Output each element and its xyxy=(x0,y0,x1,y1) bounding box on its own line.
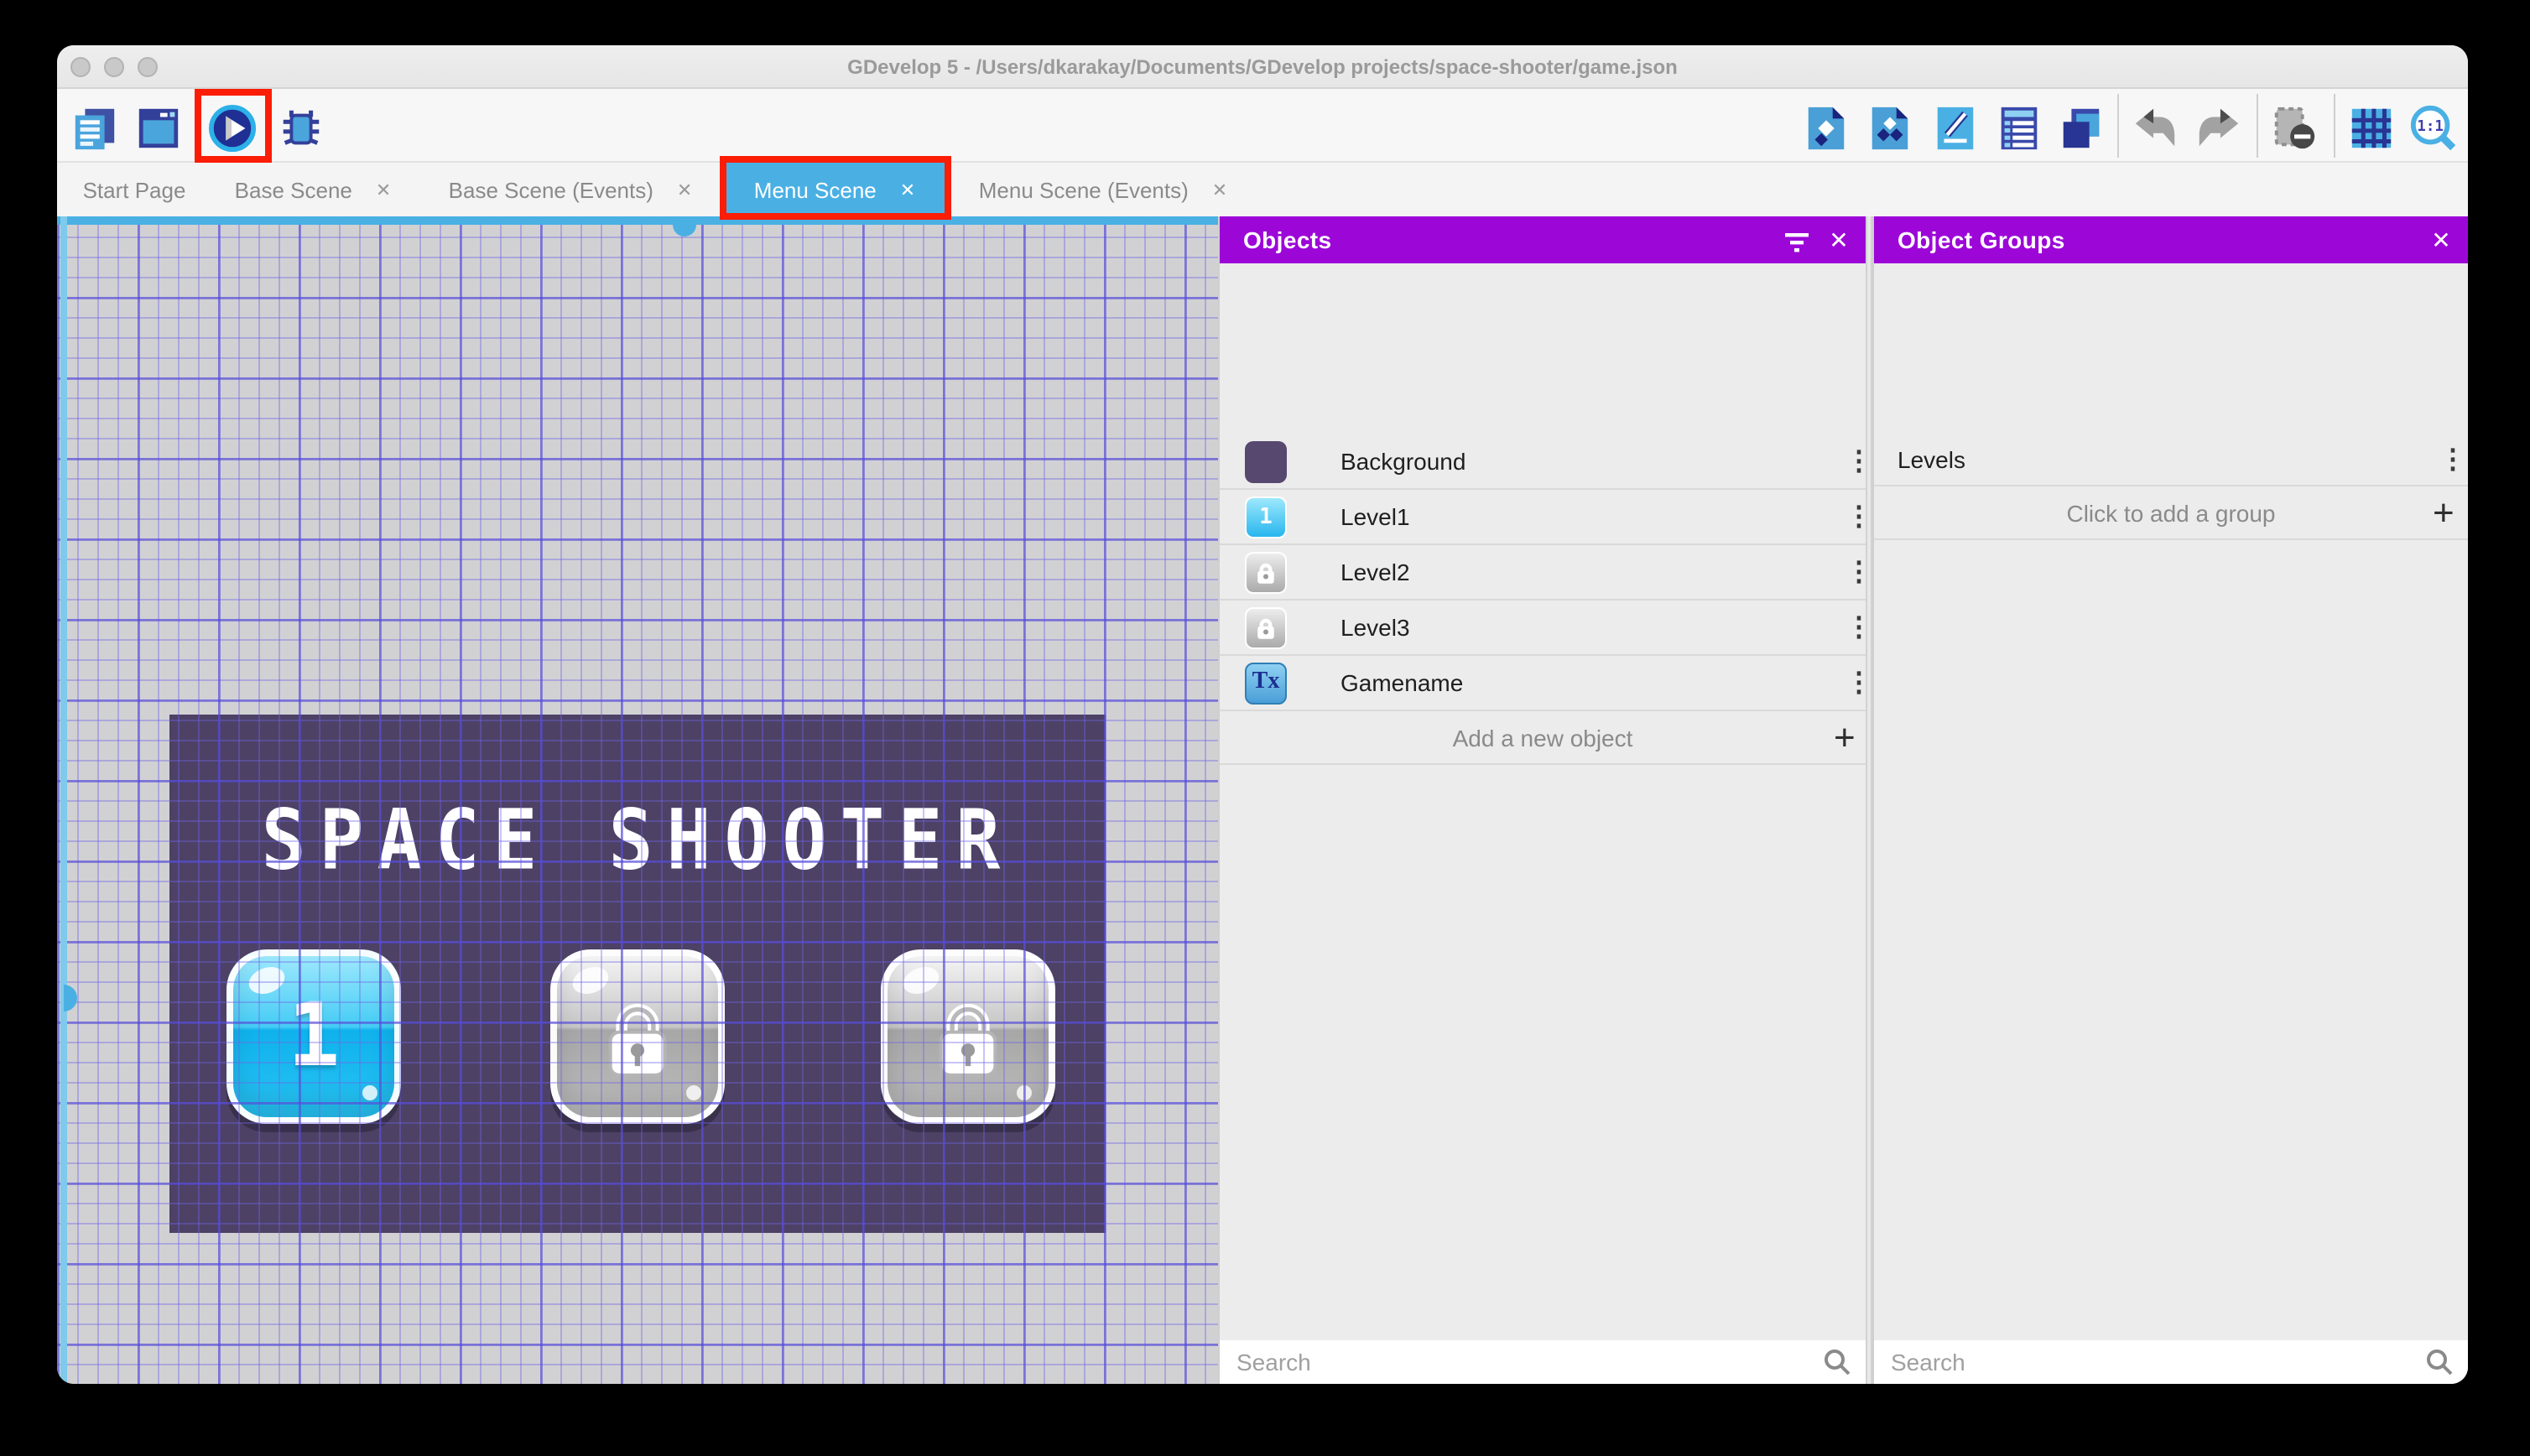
zoom-ratio-label: 1:1 xyxy=(2417,118,2443,135)
object-row-level3[interactable]: Level3 ⋮ xyxy=(1220,601,1872,656)
object-name: Level3 xyxy=(1340,614,1410,641)
layers-panel-icon[interactable] xyxy=(2057,104,2106,153)
search-icon xyxy=(1825,1349,1851,1375)
object-row-gamename[interactable]: Tx Gamename ⋮ xyxy=(1220,656,1872,711)
add-object-label: Add a new object xyxy=(1452,724,1633,751)
toolbar-separator xyxy=(2334,94,2335,158)
tab-bar: Start Page Base Scene ✕ Base Scene (Even… xyxy=(57,163,2468,216)
tab-close-icon[interactable]: ✕ xyxy=(1212,179,1227,200)
main-area: SPACE SHOOTER 1 xyxy=(57,216,2468,1384)
titlebar: GDevelop 5 - /Users/dkarakay/Documents/G… xyxy=(57,45,2468,89)
text-object-thumbnail: Tx xyxy=(1245,662,1287,704)
toolbar-separator xyxy=(2257,94,2258,158)
groups-search-input[interactable] xyxy=(1874,1349,2424,1375)
object-name: Level2 xyxy=(1340,559,1410,585)
scene-editor-icon[interactable] xyxy=(134,104,183,153)
zoom-1-1-icon[interactable]: 1:1 xyxy=(2409,104,2458,153)
object-groups-panel-header: Object Groups ✕ xyxy=(1874,216,2468,263)
gdevelop-window: GDevelop 5 - /Users/dkarakay/Documents/G… xyxy=(57,45,2468,1384)
text-object-glyph: Tx xyxy=(1252,669,1280,694)
add-object-row[interactable]: Add a new object + xyxy=(1220,711,1866,765)
project-manager-icon[interactable] xyxy=(70,104,119,153)
tab-label: Base Scene xyxy=(234,177,352,202)
groups-search-bar xyxy=(1874,1340,2468,1384)
kebab-menu-icon[interactable]: ⋮ xyxy=(2439,443,2466,476)
tab-start-page[interactable]: Start Page xyxy=(64,163,205,216)
vertical-scrollbar[interactable] xyxy=(60,216,67,1384)
add-group-row[interactable]: Click to add a group + xyxy=(1874,486,2468,540)
object-thumbnail: 1 xyxy=(1245,496,1287,538)
tab-close-icon[interactable]: ✕ xyxy=(376,179,391,200)
add-icon[interactable]: + xyxy=(1834,718,1856,756)
tab-label: Start Page xyxy=(82,177,186,202)
toolbar: 1:1 xyxy=(57,89,2468,163)
minimize-window-button[interactable] xyxy=(104,57,124,77)
toolbar-separator xyxy=(2117,94,2119,158)
object-row-background[interactable]: Background ⋮ xyxy=(1220,434,1872,490)
objects-panel-title: Objects xyxy=(1243,226,1332,253)
objects-search-bar xyxy=(1220,1340,1867,1384)
object-groups-panel: Object Groups ✕ Levels ⋮ Click to add a … xyxy=(1872,216,2468,1384)
tab-base-scene-events[interactable]: Base Scene (Events) ✕ xyxy=(428,163,713,216)
close-panel-icon[interactable]: ✕ xyxy=(2428,226,2455,253)
redo-icon[interactable] xyxy=(2194,104,2243,153)
tab-label: Menu Scene (Events) xyxy=(978,177,1189,202)
object-groups-panel-icon[interactable] xyxy=(1866,104,1914,153)
tab-base-scene[interactable]: Base Scene ✕ xyxy=(215,163,411,216)
object-thumbnail xyxy=(1245,440,1287,482)
objects-panel: Objects ✕ Background ⋮ 1 Level1 ⋮ Level2… xyxy=(1218,216,1872,1384)
panel-divider[interactable] xyxy=(1866,216,1872,1384)
traffic-lights xyxy=(70,57,158,77)
screenshot-stage: GDevelop 5 - /Users/dkarakay/Documents/G… xyxy=(0,0,2530,1456)
close-panel-icon[interactable]: ✕ xyxy=(1825,226,1852,253)
object-thumbnail xyxy=(1245,606,1287,648)
group-row-levels[interactable]: Levels ⋮ xyxy=(1874,434,2468,486)
objects-search-input[interactable] xyxy=(1220,1349,1822,1375)
instances-list-icon[interactable] xyxy=(1995,104,2043,153)
object-row-level1[interactable]: 1 Level1 ⋮ xyxy=(1220,490,1872,545)
object-name: Level1 xyxy=(1340,503,1410,530)
object-groups-panel-title: Object Groups xyxy=(1898,226,2065,253)
lock-icon xyxy=(1257,562,1274,583)
mini-level-number: 1 xyxy=(1259,504,1273,529)
objects-panel-header: Objects ✕ xyxy=(1220,216,1866,263)
clear-selection-icon[interactable] xyxy=(2270,104,2319,153)
add-group-label: Click to add a group xyxy=(2066,499,2276,526)
object-name: Background xyxy=(1340,448,1466,475)
object-row-level2[interactable]: Level2 ⋮ xyxy=(1220,545,1872,601)
toggle-grid-icon[interactable] xyxy=(2347,104,2396,153)
annotation-box-play-button xyxy=(195,89,272,163)
tab-menu-scene-events[interactable]: Menu Scene (Events) ✕ xyxy=(956,163,1250,216)
window-title: GDevelop 5 - /Users/dkarakay/Documents/G… xyxy=(847,55,1678,78)
undo-icon[interactable] xyxy=(2131,104,2179,153)
annotation-box-menu-scene-tab xyxy=(720,156,951,220)
tab-close-icon[interactable]: ✕ xyxy=(677,179,692,200)
close-window-button[interactable] xyxy=(70,57,91,77)
search-icon xyxy=(2427,1349,2453,1375)
tab-label: Base Scene (Events) xyxy=(448,177,653,202)
object-name: Gamename xyxy=(1340,669,1464,696)
properties-panel-icon[interactable] xyxy=(1931,104,1980,153)
object-thumbnail xyxy=(1245,551,1287,593)
filter-icon[interactable] xyxy=(1783,230,1810,257)
add-icon[interactable]: + xyxy=(2433,493,2455,531)
objects-panel-icon[interactable] xyxy=(1802,104,1851,153)
group-name: Levels xyxy=(1898,446,1965,473)
zoom-window-button[interactable] xyxy=(138,57,158,77)
debug-icon[interactable] xyxy=(277,104,325,153)
lock-icon xyxy=(1257,617,1274,638)
